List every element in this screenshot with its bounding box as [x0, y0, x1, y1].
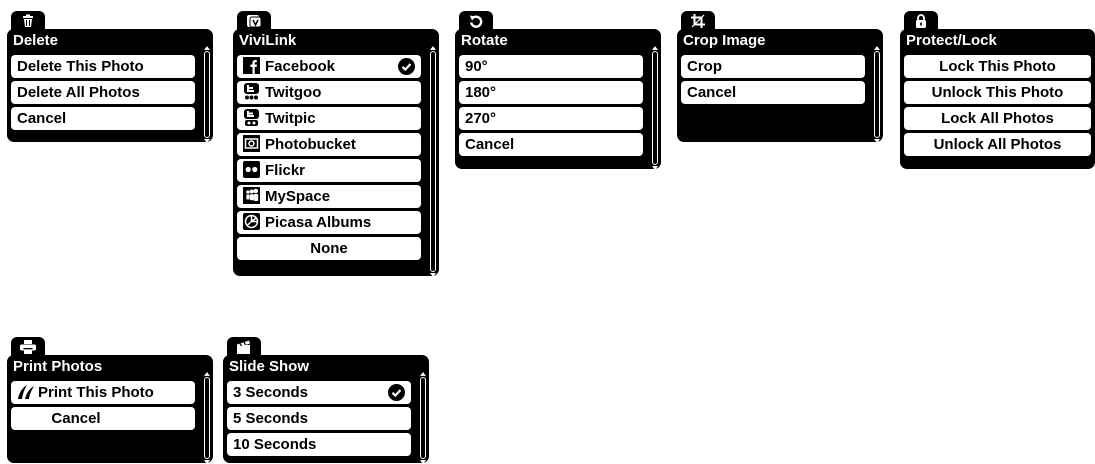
slideshow-10-seconds-item[interactable]: 10 Seconds [227, 433, 411, 456]
rotate-menu: Rotate 90° 180° 270° Cancel [455, 11, 661, 170]
crop-panel: Crop Image Crop Cancel [677, 29, 883, 143]
print-panel: Print Photos Print This Photo Cancel [7, 355, 213, 464]
vivilink-item-myspace[interactable]: MySpace [237, 185, 421, 208]
rotate-scrollbar[interactable] [651, 46, 658, 170]
vivilink-item-flickr[interactable]: Flickr [237, 159, 421, 182]
rotate-180-item[interactable]: 180° [459, 81, 643, 104]
lock-this-photo-item[interactable]: Lock This Photo [904, 55, 1091, 78]
print-title: Print Photos [13, 358, 103, 375]
slideshow-icon [237, 340, 250, 354]
twitgoo-icon [244, 83, 259, 100]
vivilink-item-picasa[interactable]: Picasa Albums [237, 211, 421, 234]
protect-title: Protect/Lock [906, 32, 997, 49]
crop-icon [691, 14, 705, 28]
delete-panel: Delete Delete This Photo Delete All Phot… [7, 29, 213, 143]
vivilink-item-label: Twitgoo [265, 84, 322, 101]
rotate-90-item[interactable]: 90° [459, 55, 643, 78]
vivilink-item-label: Photobucket [265, 136, 356, 153]
protect-tab[interactable] [904, 11, 938, 31]
print-this-photo-item[interactable]: Print This Photo [11, 381, 195, 404]
vivilink-item-twitpic[interactable]: Twitpic [237, 107, 421, 130]
protect-menu: Protect/Lock Lock This Photo Unlock This… [900, 11, 1095, 169]
delete-this-photo-item[interactable]: Delete This Photo [11, 55, 195, 78]
photobucket-icon [243, 135, 260, 152]
delete-cancel-item[interactable]: Cancel [11, 107, 195, 130]
slideshow-scrollbar[interactable] [419, 372, 426, 464]
crop-cancel-item[interactable]: Cancel [681, 81, 865, 104]
protect-panel: Protect/Lock Lock This Photo Unlock This… [900, 29, 1095, 169]
delete-title: Delete [13, 32, 59, 49]
vivilink-item-twitgoo[interactable]: Twitgoo [237, 81, 421, 104]
vivilink-panel: ViviLink Facebook Twitgoo Twitpic Photob… [233, 29, 439, 277]
myspace-icon [243, 187, 260, 204]
vivilink-item-label: Flickr [265, 162, 306, 179]
delete-scrollbar[interactable] [203, 46, 210, 143]
unlock-all-photos-item[interactable]: Unlock All Photos [904, 133, 1091, 156]
vivilink-icon [247, 15, 262, 28]
facebook-icon [243, 57, 260, 74]
crop-scrollbar[interactable] [873, 46, 880, 143]
print-scrollbar[interactable] [203, 372, 210, 464]
printer-icon [20, 340, 36, 354]
crop-item[interactable]: Crop [681, 55, 865, 78]
delete-menu: Delete Delete This Photo Delete All Phot… [7, 11, 213, 143]
pictbridge-icon [18, 385, 34, 399]
twitpic-icon [244, 109, 259, 126]
slideshow-5-seconds-item[interactable]: 5 Seconds [227, 407, 411, 430]
vivilink-item-facebook[interactable]: Facebook [237, 55, 421, 78]
rotate-270-item[interactable]: 270° [459, 107, 643, 130]
slideshow-menu: Slide Show 3 Seconds 5 Seconds 10 Second… [223, 337, 429, 464]
rotate-tab[interactable] [459, 11, 493, 31]
vivilink-scrollbar[interactable] [429, 46, 436, 277]
vivilink-item-label: Twitpic [265, 110, 316, 127]
vivilink-menu: ViviLink Facebook Twitgoo Twitpic Photob… [233, 11, 439, 277]
print-tab[interactable] [11, 337, 45, 357]
rotate-panel: Rotate 90° 180° 270° Cancel [455, 29, 661, 170]
trash-icon [23, 14, 33, 27]
slideshow-item-label: 3 Seconds [233, 384, 309, 401]
crop-menu: Crop Image Crop Cancel [677, 11, 883, 143]
slideshow-3-seconds-item[interactable]: 3 Seconds [227, 381, 411, 404]
lock-all-photos-item[interactable]: Lock All Photos [904, 107, 1091, 130]
unlock-this-photo-item[interactable]: Unlock This Photo [904, 81, 1091, 104]
delete-tab[interactable] [11, 11, 45, 31]
print-cancel-item[interactable]: Cancel [11, 407, 195, 430]
vivilink-item-label: MySpace [265, 188, 331, 205]
picasa-icon [243, 213, 260, 230]
crop-title: Crop Image [683, 32, 766, 49]
slideshow-tab[interactable] [227, 337, 261, 357]
vivilink-item-label: Picasa Albums [265, 214, 372, 231]
checkmark-icon [398, 58, 415, 75]
print-menu: Print Photos Print This Photo Cancel [7, 337, 213, 464]
rotate-cancel-item[interactable]: Cancel [459, 133, 643, 156]
vivilink-title: ViviLink [239, 32, 297, 49]
crop-tab[interactable] [681, 11, 715, 31]
rotate-title: Rotate [461, 32, 508, 49]
vivilink-item-photobucket[interactable]: Photobucket [237, 133, 421, 156]
vivilink-item-label: Facebook [265, 58, 336, 75]
slideshow-title: Slide Show [229, 358, 310, 375]
print-item-label: Print This Photo [38, 384, 154, 401]
vivilink-item-none[interactable]: None [237, 237, 421, 260]
delete-all-photos-item[interactable]: Delete All Photos [11, 81, 195, 104]
slideshow-panel: Slide Show 3 Seconds 5 Seconds 10 Second… [223, 355, 429, 464]
lock-icon [916, 14, 926, 28]
rotate-icon [469, 15, 483, 28]
checkmark-icon [388, 384, 405, 401]
flickr-icon [243, 161, 260, 178]
vivilink-tab[interactable] [237, 11, 271, 31]
